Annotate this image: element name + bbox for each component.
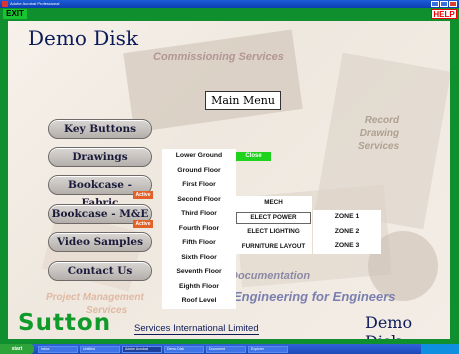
floor-item-second[interactable]: Second Floor — [162, 193, 236, 208]
taskbar-item[interactable]: Adobe Acrobat — [122, 345, 162, 353]
maximize-button[interactable] — [440, 1, 448, 7]
system-tray — [421, 344, 459, 354]
start-button[interactable]: start — [0, 344, 34, 354]
exit-button[interactable]: EXIT — [3, 9, 27, 19]
taskbar: start Inbox Untitled Adobe Acrobat Demo … — [0, 344, 459, 354]
floor-item-fourth[interactable]: Fourth Floor — [162, 222, 236, 237]
services-item-elect-power[interactable]: ELECT POWER — [235, 211, 312, 226]
window-title: Adobe Acrobat Professional — [10, 1, 60, 6]
floor-item-lower-ground[interactable]: Lower Ground — [162, 149, 236, 164]
taskbar-item[interactable]: Untitled — [80, 345, 120, 353]
zone-item-1[interactable]: ZONE 1 — [313, 210, 381, 225]
floor-item-third[interactable]: Third Floor — [162, 207, 236, 222]
active-badge: Active — [133, 191, 153, 199]
active-badge: Active — [133, 220, 153, 228]
taskbar-item[interactable]: Demo Disk — [164, 345, 204, 353]
floor-item-sixth[interactable]: Sixth Floor — [162, 251, 236, 266]
contact-us-button[interactable]: Contact Us — [48, 261, 152, 281]
record-drawing-text: Record Drawing Services — [358, 115, 400, 152]
floor-item-roof[interactable]: Roof Level — [162, 294, 236, 309]
zone-item-3[interactable]: ZONE 3 — [313, 239, 381, 254]
video-samples-button[interactable]: Video Samples — [48, 232, 152, 252]
demo-disk-title: Demo Disk — [28, 26, 139, 50]
background-collage — [123, 29, 303, 133]
services-item-furniture-layout[interactable]: FURNITURE LAYOUT — [235, 240, 312, 255]
minimize-button[interactable] — [431, 1, 439, 7]
zone-menu: ZONE 1 ZONE 2 ZONE 3 — [313, 210, 381, 254]
company-name: Services International Limited — [134, 323, 259, 335]
services-menu: MECH ELECT POWER ELECT LIGHTING FURNITUR… — [235, 196, 312, 254]
floor-item-eighth[interactable]: Eighth Floor — [162, 280, 236, 295]
demo-disk-footer: Demo Disk — [365, 313, 413, 339]
floor-item-seventh[interactable]: Seventh Floor — [162, 265, 236, 280]
taskbar-item[interactable]: Explorer — [248, 345, 288, 353]
taskbar-item[interactable]: Document — [206, 345, 246, 353]
zone-item-2[interactable]: ZONE 2 — [313, 225, 381, 240]
main-canvas: Demo Disk Commissioning Services Record … — [8, 21, 450, 339]
services-item-mech[interactable]: MECH — [235, 196, 312, 211]
taskbar-items: Inbox Untitled Adobe Acrobat Demo Disk D… — [38, 345, 288, 353]
key-buttons-button[interactable]: Key Buttons — [48, 119, 152, 139]
documentation-text: Documentation — [230, 270, 311, 282]
window-controls — [431, 1, 457, 7]
floor-item-fifth[interactable]: Fifth Floor — [162, 236, 236, 251]
close-button[interactable]: Close — [236, 152, 271, 161]
acrobat-icon — [2, 1, 8, 7]
help-button[interactable]: HELP — [431, 9, 457, 19]
services-item-elect-lighting[interactable]: ELECT LIGHTING — [235, 225, 312, 240]
main-menu-heading: Main Menu — [205, 91, 281, 110]
commissioning-services-text: Commissioning Services — [153, 51, 284, 63]
drawings-button[interactable]: Drawings — [48, 147, 152, 167]
sutton-logo: Sutton — [18, 310, 112, 336]
window-close-button[interactable] — [449, 1, 457, 7]
floor-item-first[interactable]: First Floor — [162, 178, 236, 193]
engineering-tagline: Engineering for Engineers — [233, 289, 396, 304]
floor-menu: Lower Ground Ground Floor First Floor Se… — [162, 149, 236, 309]
taskbar-item[interactable]: Inbox — [38, 345, 78, 353]
window-titlebar: Adobe Acrobat Professional — [0, 0, 459, 8]
floor-item-ground[interactable]: Ground Floor — [162, 164, 236, 179]
